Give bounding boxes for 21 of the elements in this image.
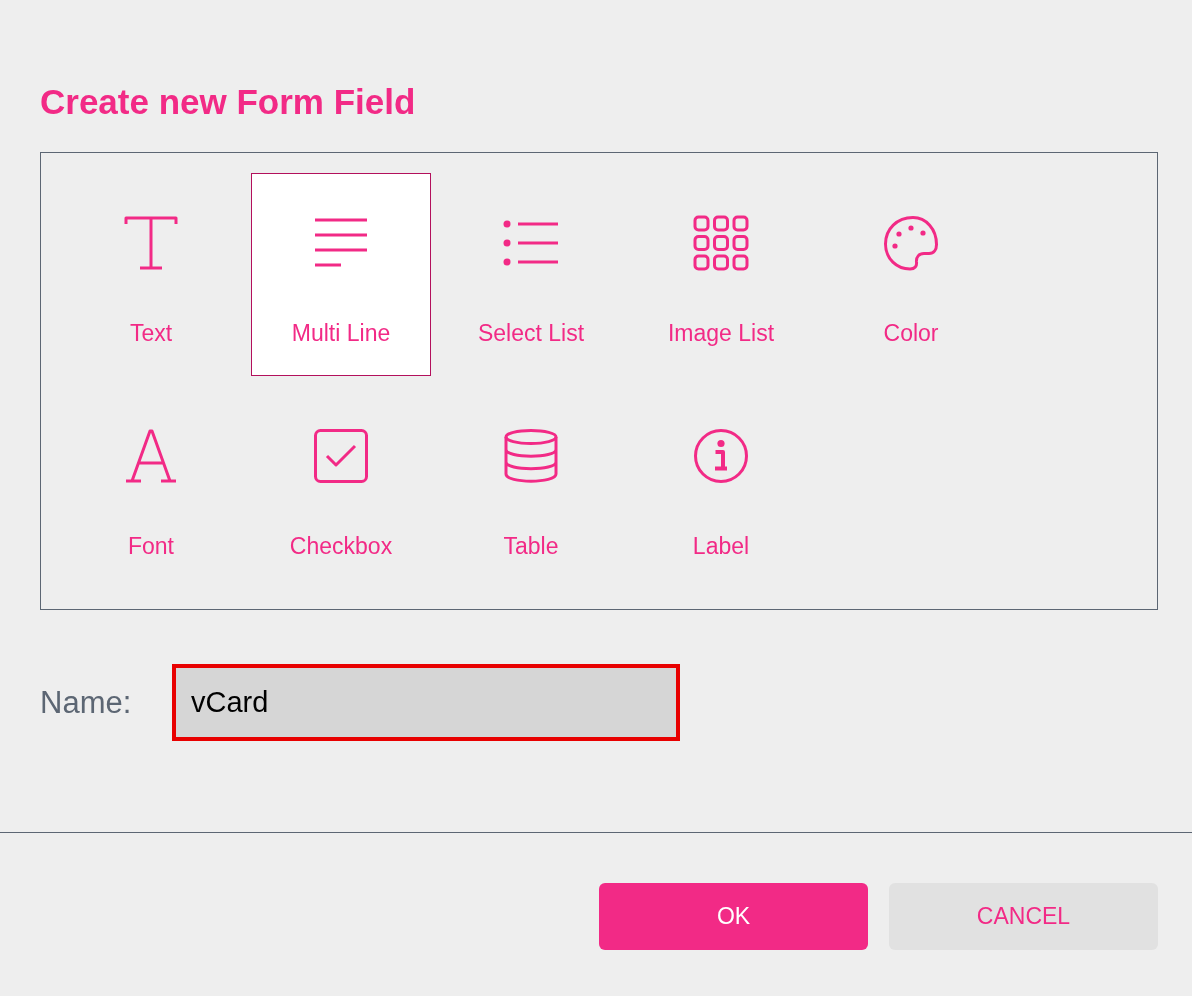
name-label: Name:: [40, 684, 133, 721]
database-icon: [503, 428, 559, 484]
field-type-tile[interactable]: Checkbox: [251, 386, 431, 589]
grid-icon: [693, 215, 749, 271]
cancel-button[interactable]: CANCEL: [889, 883, 1158, 950]
letter-a-icon: [123, 428, 179, 484]
name-field[interactable]: vCard: [172, 664, 680, 741]
field-type-tile[interactable]: Font: [61, 386, 241, 589]
field-type-tile[interactable]: Text: [61, 173, 241, 376]
dialog-title: Create new Form Field: [40, 82, 416, 122]
palette-icon: [883, 215, 939, 271]
field-type-tile[interactable]: Multi Line: [251, 173, 431, 376]
info-icon: [693, 428, 749, 484]
field-type-tile[interactable]: Image List: [631, 173, 811, 376]
field-type-tile[interactable]: Color: [821, 173, 1001, 376]
ok-button[interactable]: OK: [599, 883, 868, 950]
letter-t-icon: [123, 215, 179, 271]
field-type-tile[interactable]: Label: [631, 386, 811, 589]
checked-checkbox-icon: [313, 428, 369, 484]
field-type-tile[interactable]: Select List: [441, 173, 621, 376]
field-type-tile[interactable]: Table: [441, 386, 621, 589]
